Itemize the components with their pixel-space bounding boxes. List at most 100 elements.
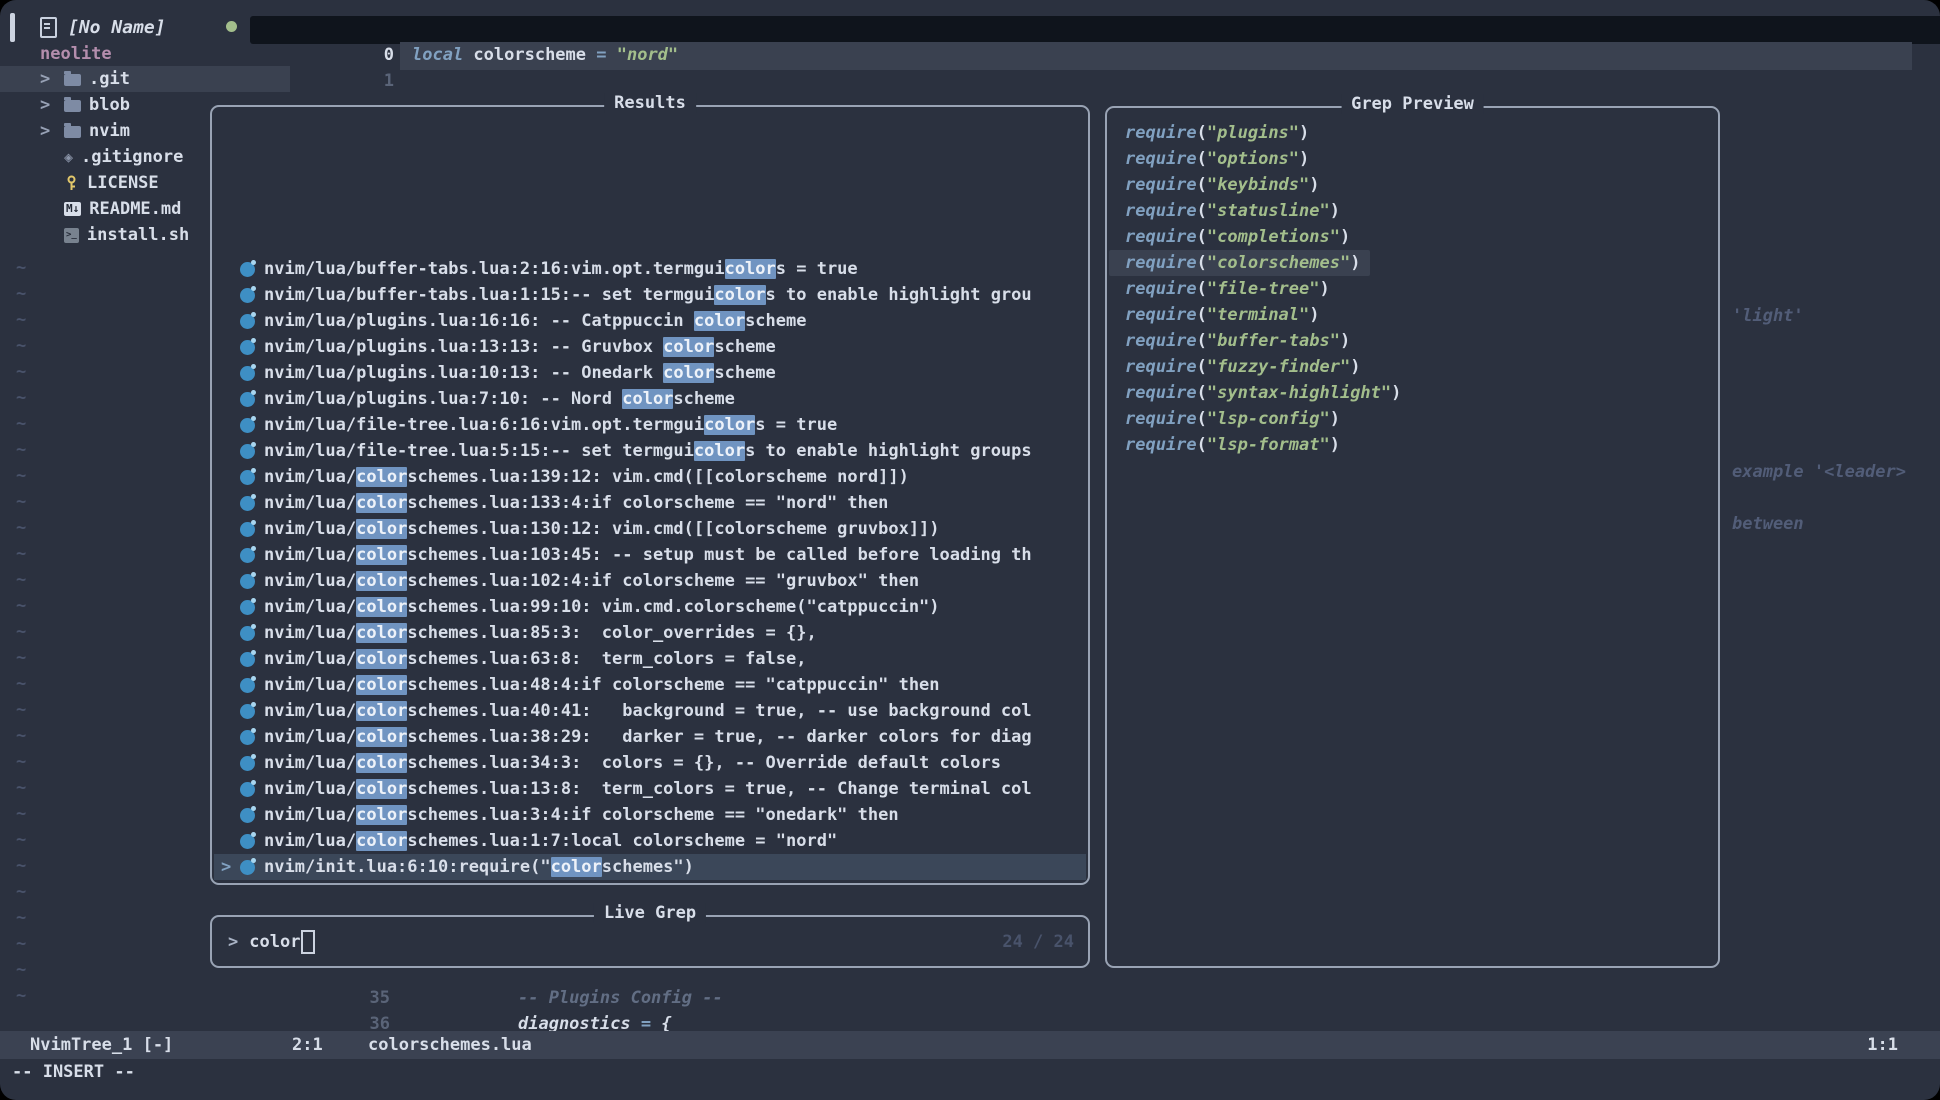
- result-row[interactable]: nvim/lua/colorschemes.lua:85:3: color_ov…: [214, 620, 1086, 646]
- result-text: nvim/lua/colorschemes.lua:63:8: term_col…: [264, 649, 806, 669]
- chevron-right-icon[interactable]: >: [40, 95, 64, 115]
- lua-file-icon: [240, 626, 255, 641]
- filetree-item-label: .git: [89, 69, 130, 89]
- preview-line: require("lsp-config"): [1109, 406, 1716, 432]
- result-row[interactable]: nvim/lua/colorschemes.lua:103:45: -- set…: [214, 542, 1086, 568]
- string-token: "keybinds": [1207, 175, 1309, 195]
- preview-line: require("statusline"): [1109, 198, 1716, 224]
- grep-preview-panel: Grep Preview require("plugins")require("…: [1105, 106, 1720, 968]
- empty-line-tilde: ~: [16, 905, 26, 931]
- result-row[interactable]: nvim/lua/colorschemes.lua:40:41: backgro…: [214, 698, 1086, 724]
- markdown-icon: M↓: [64, 202, 81, 216]
- filetree-item-label: install.sh: [87, 225, 189, 245]
- preview-line: require("fuzzy-finder"): [1109, 354, 1716, 380]
- result-row[interactable]: nvim/lua/colorschemes.lua:133:4:if color…: [214, 490, 1086, 516]
- preview-line: require("terminal"): [1109, 302, 1716, 328]
- document-icon: [40, 17, 57, 38]
- editor-code-line[interactable]: local colorscheme = "nord": [412, 45, 678, 65]
- match-highlight: color: [356, 805, 407, 825]
- result-row[interactable]: nvim/lua/colorschemes.lua:13:8: term_col…: [214, 776, 1086, 802]
- result-row[interactable]: nvim/lua/colorschemes.lua:99:10: vim.cmd…: [214, 594, 1086, 620]
- result-row[interactable]: nvim/lua/colorschemes.lua:102:4:if color…: [214, 568, 1086, 594]
- filetree-item-git[interactable]: > .git: [0, 66, 290, 92]
- empty-line-tilde: ~: [16, 983, 26, 1009]
- live-grep-prompt[interactable]: Live Grep > color 24 / 24: [210, 915, 1090, 968]
- result-row[interactable]: >nvim/init.lua:6:10:require("colorscheme…: [214, 854, 1086, 880]
- result-text: nvim/lua/buffer-tabs.lua:1:15:-- set ter…: [264, 285, 1032, 305]
- paren-token: ): [1299, 149, 1309, 169]
- result-row[interactable]: nvim/lua/colorschemes.lua:139:12: vim.cm…: [214, 464, 1086, 490]
- result-row[interactable]: nvim/lua/colorschemes.lua:63:8: term_col…: [214, 646, 1086, 672]
- result-text: nvim/lua/colorschemes.lua:38:29: darker …: [264, 727, 1032, 747]
- string-token: "nord": [617, 45, 678, 65]
- result-text: nvim/lua/colorschemes.lua:85:3: color_ov…: [264, 623, 817, 643]
- match-highlight: color: [356, 779, 407, 799]
- empty-line-tilde: ~: [16, 619, 26, 645]
- empty-line-tilde: ~: [16, 775, 26, 801]
- empty-line-tilde: ~: [16, 515, 26, 541]
- lua-file-icon: [240, 860, 255, 875]
- result-row[interactable]: nvim/lua/buffer-tabs.lua:2:16:vim.opt.te…: [214, 256, 1086, 282]
- statusline-cursor-position: 2:1: [292, 1035, 323, 1055]
- result-text: nvim/lua/buffer-tabs.lua:2:16:vim.opt.te…: [264, 259, 858, 279]
- chevron-right-icon[interactable]: >: [40, 121, 64, 141]
- paren-token: (: [1197, 227, 1207, 247]
- function-name-token: require: [1125, 305, 1197, 325]
- empty-line-tilde: ~: [16, 957, 26, 983]
- paren-token: ): [1330, 435, 1340, 455]
- result-row[interactable]: nvim/lua/colorschemes.lua:130:12: vim.cm…: [214, 516, 1086, 542]
- paren-token: ): [1340, 331, 1350, 351]
- buffer-tab[interactable]: [No Name]: [40, 12, 166, 42]
- result-row[interactable]: nvim/lua/plugins.lua:7:10: -- Nord color…: [214, 386, 1086, 412]
- lua-file-icon: [240, 288, 255, 303]
- empty-line-tilde: ~: [16, 541, 26, 567]
- result-row[interactable]: nvim/lua/colorschemes.lua:34:3: colors =…: [214, 750, 1086, 776]
- match-highlight: color: [663, 363, 714, 383]
- match-highlight: color: [356, 493, 407, 513]
- match-highlight: color: [356, 649, 407, 669]
- result-text: nvim/lua/colorschemes.lua:99:10: vim.cmd…: [264, 597, 940, 617]
- result-row[interactable]: nvim/lua/file-tree.lua:5:15:-- set termg…: [214, 438, 1086, 464]
- empty-line-tilde: ~: [16, 801, 26, 827]
- match-highlight: color: [356, 571, 407, 591]
- lua-file-icon: [240, 678, 255, 693]
- result-text: nvim/lua/colorschemes.lua:139:12: vim.cm…: [264, 467, 909, 487]
- chevron-right-icon[interactable]: >: [40, 69, 64, 89]
- string-token: "colorschemes": [1207, 253, 1350, 273]
- string-token: "terminal": [1207, 305, 1309, 325]
- function-name-token: require: [1125, 435, 1197, 455]
- match-highlight: color: [356, 545, 407, 565]
- statusline: NvimTree_1 [-] 2:1 colorschemes.lua 1:1: [0, 1031, 1940, 1059]
- result-text: nvim/lua/plugins.lua:16:16: -- Catppucci…: [264, 311, 806, 331]
- search-input[interactable]: color: [249, 932, 300, 952]
- tab-label: [No Name]: [68, 17, 166, 38]
- empty-line-tilde: ~: [16, 931, 26, 957]
- result-row[interactable]: nvim/lua/colorschemes.lua:3:4:if colorsc…: [214, 802, 1086, 828]
- match-highlight: color: [356, 753, 407, 773]
- function-name-token: require: [1125, 357, 1197, 377]
- paren-token: (: [1197, 331, 1207, 351]
- result-row[interactable]: nvim/lua/colorschemes.lua:48:4:if colors…: [214, 672, 1086, 698]
- result-row[interactable]: nvim/lua/plugins.lua:13:13: -- Gruvbox c…: [214, 334, 1086, 360]
- result-row[interactable]: nvim/lua/colorschemes.lua:38:29: darker …: [214, 724, 1086, 750]
- lua-file-icon: [240, 548, 255, 563]
- result-row[interactable]: nvim/lua/colorschemes.lua:1:7:local colo…: [214, 828, 1086, 854]
- empty-line-tilde: ~: [16, 853, 26, 879]
- paren-token: (: [1197, 201, 1207, 221]
- result-row[interactable]: nvim/lua/buffer-tabs.lua:1:15:-- set ter…: [214, 282, 1086, 308]
- match-highlight: color: [704, 415, 755, 435]
- function-name-token: require: [1125, 149, 1197, 169]
- string-token: "plugins": [1207, 123, 1299, 143]
- string-token: "buffer-tabs": [1207, 331, 1340, 351]
- paren-token: (: [1197, 357, 1207, 377]
- paren-token: ): [1350, 253, 1360, 273]
- results-panel-title: Results: [604, 93, 696, 113]
- mode-indicator: -- INSERT --: [12, 1062, 135, 1082]
- result-row[interactable]: nvim/lua/file-tree.lua:6:16:vim.opt.term…: [214, 412, 1086, 438]
- grep-preview-title: Grep Preview: [1341, 94, 1484, 114]
- result-text: nvim/lua/colorschemes.lua:103:45: -- set…: [264, 545, 1032, 565]
- statusline-buffer-name: NvimTree_1 [-]: [30, 1035, 173, 1055]
- result-row[interactable]: nvim/lua/plugins.lua:16:16: -- Catppucci…: [214, 308, 1086, 334]
- result-row[interactable]: nvim/lua/plugins.lua:10:13: -- Onedark c…: [214, 360, 1086, 386]
- paren-token: ): [1320, 279, 1330, 299]
